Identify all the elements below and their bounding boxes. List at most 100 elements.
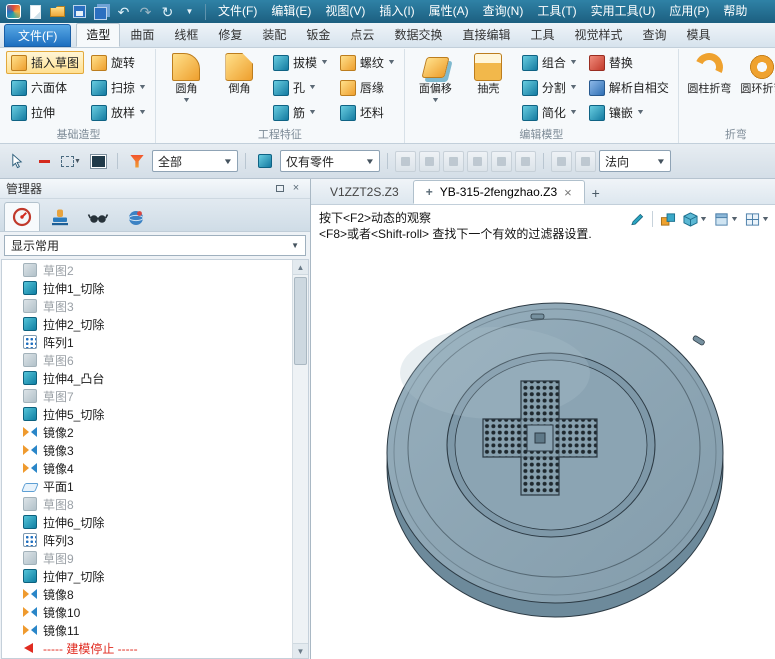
refresh-button[interactable]: ↻ xyxy=(157,2,178,21)
file-menu-button[interactable]: 文件(F) xyxy=(4,24,71,47)
ribbon-button[interactable]: 拔模 ▼ xyxy=(268,51,333,74)
shade-mode-dropdown[interactable]: ▼ xyxy=(681,209,709,229)
window-layout-dropdown[interactable]: ▼ xyxy=(743,209,771,229)
tree-item[interactable]: 草图7 xyxy=(2,387,292,405)
remove-selection-button[interactable] xyxy=(32,149,56,173)
material-button[interactable] xyxy=(658,209,678,229)
filter-button[interactable] xyxy=(125,149,149,173)
redo-button[interactable]: ↷ xyxy=(135,2,156,21)
scroll-up-arrow-icon[interactable]: ▲ xyxy=(293,260,308,275)
ribbon-button[interactable]: 替换 ▼ xyxy=(584,51,674,74)
tree-item[interactable]: 镜像2 xyxy=(2,423,292,441)
edit-sketch-button[interactable] xyxy=(628,209,647,229)
pick-filter-icon-6[interactable] xyxy=(515,151,536,172)
tab-assembly-manager[interactable] xyxy=(42,202,78,231)
tab-session-manager[interactable] xyxy=(118,202,154,231)
ribbon-button[interactable]: 解析自相交 ▼ xyxy=(584,76,674,99)
tree-item[interactable]: 拉伸2_切除 xyxy=(2,315,292,333)
menubar-item[interactable]: 编辑(E) xyxy=(264,0,318,23)
ribbon-button[interactable]: 拉伸 ▼ xyxy=(6,101,84,124)
3d-model-flange-disc[interactable] xyxy=(375,295,735,627)
ribbon-tab[interactable]: 线框 xyxy=(164,23,208,47)
ribbon-button[interactable]: 圆环折弯 ▼ xyxy=(736,50,775,96)
tree-item[interactable]: 平面1 xyxy=(2,477,292,495)
tree-item[interactable]: 镜像3 xyxy=(2,441,292,459)
menubar-item[interactable]: 工具(T) xyxy=(530,0,583,23)
panel-float-button[interactable] xyxy=(272,182,288,196)
panel-close-button[interactable]: × xyxy=(288,182,304,196)
snap-tool-icon-1[interactable] xyxy=(551,151,572,172)
pick-filter-icon-3[interactable] xyxy=(443,151,464,172)
ribbon-tab[interactable]: 修复 xyxy=(208,23,252,47)
tab-visual-manager[interactable] xyxy=(80,202,116,231)
tree-item[interactable]: 镜像8 xyxy=(2,585,292,603)
ribbon-tab[interactable]: 直接编辑 xyxy=(452,23,520,47)
scroll-down-arrow-icon[interactable]: ▼ xyxy=(293,643,308,658)
tree-item[interactable]: 阵列3 xyxy=(2,531,292,549)
ribbon-tab[interactable]: 查询 xyxy=(633,23,677,47)
tab-history-manager[interactable] xyxy=(4,202,40,231)
ribbon-tab[interactable]: 曲面 xyxy=(120,23,164,47)
ribbon-button[interactable]: 放样 ▼ xyxy=(86,101,151,124)
menubar-item[interactable]: 视图(V) xyxy=(318,0,372,23)
close-tab-icon[interactable]: × xyxy=(564,186,572,199)
pick-filter-icon-1[interactable] xyxy=(395,151,416,172)
tree-item[interactable]: 拉伸7_切除 xyxy=(2,567,292,585)
snap-tool-icon-2[interactable] xyxy=(575,151,596,172)
scrollbar-thumb[interactable] xyxy=(294,277,307,365)
ribbon-tab[interactable]: 工具 xyxy=(520,23,564,47)
ribbon-button[interactable]: 插入草图 ▼ xyxy=(6,51,84,74)
tree-scrollbar[interactable]: ▲ ▼ xyxy=(292,260,308,658)
tree-item[interactable]: 阵列1 xyxy=(2,333,292,351)
highlight-color-swatch[interactable] xyxy=(86,149,110,173)
new-document-tab-button[interactable]: + xyxy=(586,182,606,204)
menubar-item[interactable]: 文件(F) xyxy=(211,0,264,23)
new-file-button[interactable] xyxy=(25,2,46,21)
ribbon-button[interactable]: 筋 ▼ xyxy=(268,101,333,124)
tree-item[interactable]: 镜像11 xyxy=(2,621,292,639)
document-tab-active[interactable]: + YB-315-2fengzhao.Z3 × xyxy=(413,180,585,204)
ribbon-button[interactable]: 旋转 ▼ xyxy=(86,51,151,74)
ribbon-button[interactable]: 简化 ▼ xyxy=(517,101,582,124)
tree-item[interactable]: 草图3 xyxy=(2,297,292,315)
entity-filter-dropdown[interactable]: 全部 ▼ xyxy=(152,150,238,172)
selection-box-mode-button[interactable]: ▼ xyxy=(59,149,83,173)
ribbon-button[interactable]: 扫掠 ▼ xyxy=(86,76,151,99)
open-file-button[interactable] xyxy=(47,2,68,21)
ribbon-button[interactable]: 面偏移 ▼ xyxy=(409,50,462,108)
save-all-button[interactable] xyxy=(91,2,112,21)
undo-button[interactable]: ↶ xyxy=(113,2,134,21)
ribbon-button[interactable]: 镶嵌 ▼ xyxy=(584,101,674,124)
pick-filter-icon-2[interactable] xyxy=(419,151,440,172)
pick-filter-icon-4[interactable] xyxy=(467,151,488,172)
ribbon-button[interactable]: 螺纹 ▼ xyxy=(335,51,400,74)
tree-item[interactable]: 镜像4 xyxy=(2,459,292,477)
pick-scope-dropdown[interactable]: 仅有零件 ▼ xyxy=(280,150,380,172)
ribbon-button[interactable]: 组合 ▼ xyxy=(517,51,582,74)
ribbon-tab[interactable]: 造型 xyxy=(76,23,120,47)
tree-item[interactable]: 草图8 xyxy=(2,495,292,513)
ribbon-button[interactable]: 圆柱折弯 ▼ xyxy=(683,50,736,96)
ribbon-tab[interactable]: 数据交换 xyxy=(384,23,452,47)
ribbon-tab[interactable]: 装配 xyxy=(252,23,296,47)
ribbon-tab[interactable]: 点云 xyxy=(340,23,384,47)
menubar-item[interactable]: 属性(A) xyxy=(422,0,476,23)
tree-view-filter-dropdown[interactable]: 显示常用 ▼ xyxy=(4,235,306,256)
ribbon-button[interactable]: 六面体 ▼ xyxy=(6,76,84,99)
ribbon-button[interactable]: 唇缘 ▼ xyxy=(335,76,400,99)
ribbon-button[interactable]: 抽壳 ▼ xyxy=(462,50,515,108)
tree-item[interactable]: 拉伸1_切除 xyxy=(2,279,292,297)
tree-item[interactable]: ----- 建模停止 ----- xyxy=(2,639,292,657)
select-tool-button[interactable] xyxy=(5,149,29,173)
tree-item[interactable]: 拉伸5_切除 xyxy=(2,405,292,423)
ribbon-tab[interactable]: 钣金 xyxy=(296,23,340,47)
tree-item[interactable]: 镜像10 xyxy=(2,603,292,621)
ribbon-button[interactable]: 孔 ▼ xyxy=(268,76,333,99)
menubar-item[interactable]: 实用工具(U) xyxy=(584,0,663,23)
tree-item[interactable]: 草图2 xyxy=(2,261,292,279)
tree-item[interactable]: 拉伸6_切除 xyxy=(2,513,292,531)
quick-access-dropdown[interactable]: ▼ xyxy=(179,2,200,21)
ribbon-button[interactable]: 圆角 ▼ xyxy=(160,50,213,108)
part-filter-button[interactable] xyxy=(253,149,277,173)
ribbon-button[interactable]: 坯料 ▼ xyxy=(335,101,400,124)
